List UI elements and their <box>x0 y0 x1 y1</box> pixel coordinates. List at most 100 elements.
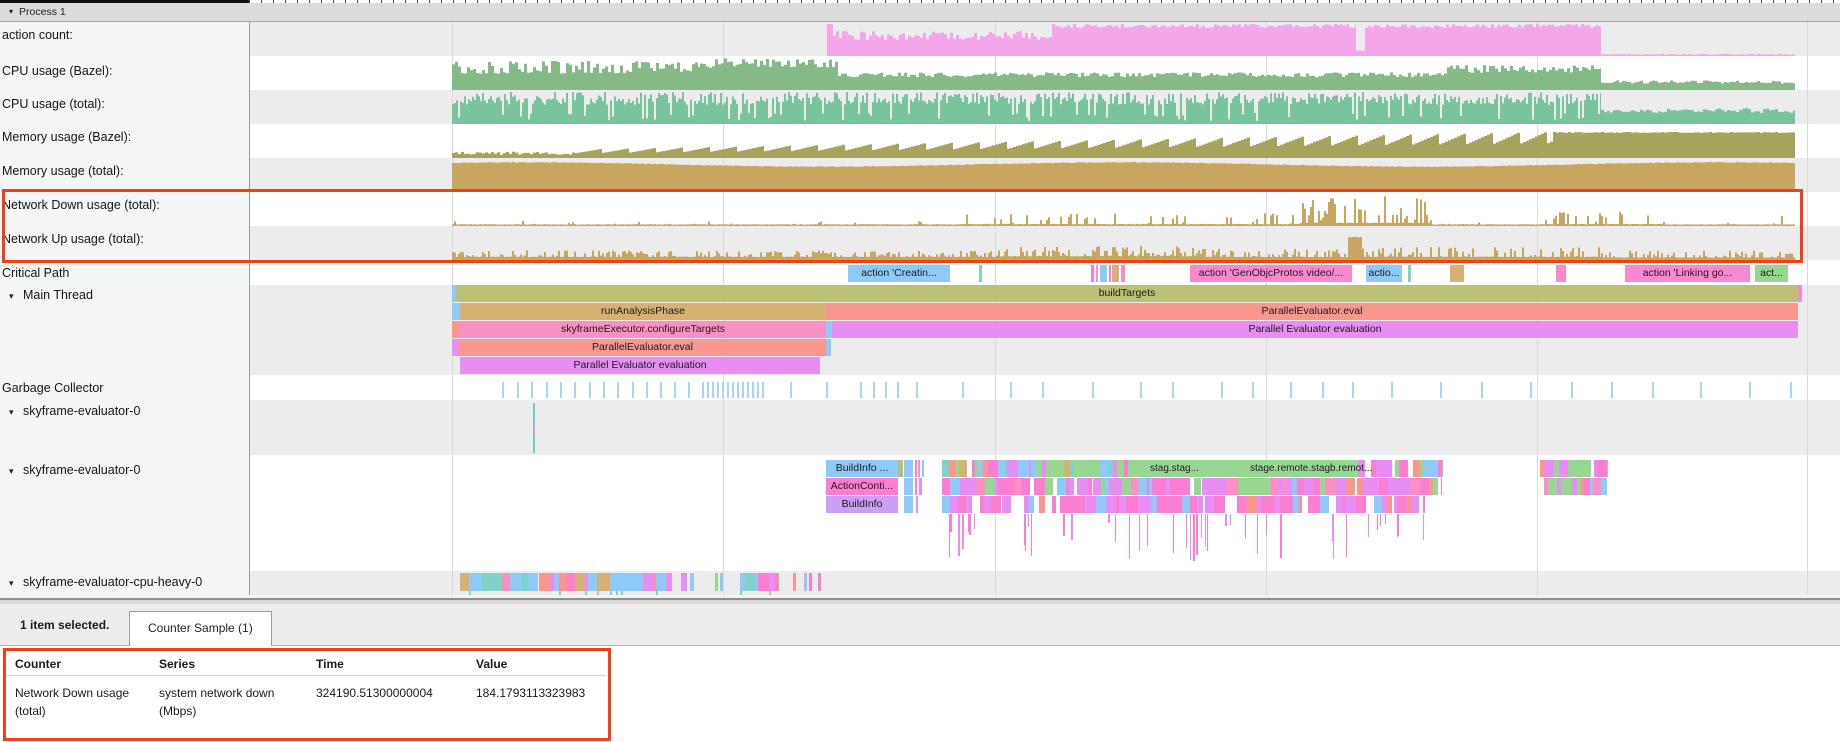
gc-tick[interactable] <box>1611 382 1613 398</box>
gc-tick[interactable] <box>1042 382 1044 398</box>
evaluator-chip[interactable] <box>1158 478 1167 495</box>
table-column-header[interactable]: Value <box>476 655 601 673</box>
evaluator-chip[interactable] <box>1052 496 1056 513</box>
main-thread-slice[interactable]: ParallelEvaluator.eval <box>459 339 826 356</box>
evaluator-chip[interactable] <box>1232 478 1238 495</box>
critical-path-chip[interactable] <box>1121 265 1125 282</box>
evaluator-chip[interactable] <box>1151 496 1158 513</box>
evaluator-chip[interactable] <box>1088 496 1096 513</box>
evaluator-labeled-chip[interactable]: BuildInfo <box>826 496 898 513</box>
gc-tick[interactable] <box>574 382 576 398</box>
evaluator-chip[interactable] <box>1092 460 1099 477</box>
sidebar-track-label[interactable]: ▾skyframe-evaluator-cpu-heavy-0 <box>0 575 202 591</box>
evaluator-chip[interactable] <box>998 460 1005 477</box>
evaluator-chip[interactable] <box>1572 460 1581 477</box>
gc-tick[interactable] <box>717 382 719 398</box>
evaluator-chip[interactable] <box>1593 478 1601 495</box>
evaluator-chip[interactable] <box>1548 478 1557 495</box>
cpu-heavy-chip[interactable] <box>603 573 610 591</box>
evaluator-chip[interactable] <box>991 496 1001 513</box>
evaluator-chip[interactable] <box>1077 478 1088 495</box>
evaluator-chip[interactable] <box>968 478 977 495</box>
gc-tick[interactable] <box>589 382 591 398</box>
evaluator-chip[interactable] <box>1247 496 1257 513</box>
evaluator-chip[interactable] <box>1018 460 1029 477</box>
gc-tick[interactable] <box>502 382 504 398</box>
main-thread-slice[interactable] <box>826 339 831 356</box>
gc-tick[interactable] <box>1571 382 1573 398</box>
evaluator-chip[interactable] <box>1357 478 1364 495</box>
gc-tick[interactable] <box>790 382 792 398</box>
gc-tick[interactable] <box>1440 382 1442 398</box>
evaluator-chip[interactable] <box>1021 478 1030 495</box>
critical-path-chip[interactable]: actio... <box>1366 265 1402 282</box>
evaluator-chip[interactable] <box>1299 496 1302 513</box>
cpu-heavy-chip[interactable] <box>460 573 469 591</box>
main-thread-slice[interactable]: runAnalysisPhase <box>460 303 826 320</box>
evaluator-chip[interactable] <box>1170 478 1181 495</box>
main-thread-slice[interactable]: Parallel Evaluator evaluation <box>460 357 820 374</box>
evaluator-chip[interactable] <box>1413 460 1421 477</box>
collapse-arrow-icon[interactable]: ▾ <box>9 466 23 477</box>
evaluator-chip[interactable] <box>1131 478 1139 495</box>
evaluator-chip[interactable] <box>1214 496 1225 513</box>
critical-path-chip[interactable] <box>979 265 982 282</box>
gc-tick[interactable] <box>517 382 519 398</box>
counter-chart-action-count[interactable] <box>452 24 1800 56</box>
evaluator-chip[interactable] <box>1283 496 1293 513</box>
evaluator-chip[interactable] <box>922 460 924 477</box>
evaluator-chip[interactable] <box>898 460 903 477</box>
evaluator-chip[interactable] <box>1607 460 1608 477</box>
gc-tick[interactable] <box>873 382 875 398</box>
cpu-heavy-chip[interactable] <box>681 573 687 591</box>
collapse-arrow-icon[interactable]: ▾ <box>9 291 23 302</box>
evaluator-chip[interactable] <box>1220 478 1228 495</box>
evaluator-chip[interactable] <box>976 478 985 495</box>
evaluator-chip[interactable] <box>915 478 917 495</box>
cpu-heavy-chip[interactable] <box>745 573 755 591</box>
collapse-arrow-icon[interactable]: ▾ <box>9 578 23 589</box>
critical-path-chip[interactable]: action 'GenObjcProtos video/... <box>1190 265 1352 282</box>
evaluator-chip[interactable] <box>1174 496 1181 513</box>
cpu-heavy-chip[interactable] <box>769 573 776 591</box>
evaluator-chip[interactable] <box>1237 496 1247 513</box>
process-group-header[interactable]: ▾Process 1 <box>0 3 1840 22</box>
gc-tick[interactable] <box>1252 382 1254 398</box>
cpu-heavy-chip[interactable] <box>778 573 779 591</box>
gc-tick[interactable] <box>1322 382 1324 398</box>
gc-tick[interactable] <box>1700 382 1702 398</box>
gc-tick[interactable] <box>1790 382 1792 398</box>
main-thread-slice[interactable]: ParallelEvaluator.eval <box>826 303 1798 320</box>
evaluator-chip[interactable] <box>1545 460 1554 477</box>
collapse-arrow-icon[interactable]: ▾ <box>9 407 23 418</box>
tab-counter-sample[interactable]: Counter Sample (1) <box>129 611 272 646</box>
gc-tick[interactable] <box>1652 382 1654 398</box>
evaluator-chip[interactable] <box>1313 478 1320 495</box>
counter-chart-cpu-usage-total-[interactable] <box>452 92 1800 124</box>
evaluator-chip[interactable] <box>1397 496 1407 513</box>
cpu-heavy-chip[interactable] <box>645 573 654 591</box>
gc-tick[interactable] <box>1352 382 1354 398</box>
evaluator-chip[interactable] <box>960 478 968 495</box>
evaluator-chip[interactable] <box>1345 496 1355 513</box>
cpu-heavy-chip[interactable] <box>666 573 672 591</box>
sidebar-divider[interactable] <box>249 22 250 595</box>
cpu-heavy-chip[interactable] <box>539 573 550 591</box>
gc-tick[interactable] <box>732 382 734 398</box>
gc-tick[interactable] <box>546 382 548 398</box>
counter-chart-network-down-usage-total-[interactable] <box>452 194 1800 226</box>
evaluator-chip[interactable] <box>915 460 917 477</box>
evaluator-chip[interactable] <box>1197 496 1203 513</box>
evaluator-chip[interactable] <box>1210 478 1219 495</box>
evaluator-labeled-chip[interactable]: ActionConti... <box>826 478 898 495</box>
cpu-heavy-chip[interactable] <box>793 573 796 591</box>
sidebar-track-label[interactable]: ▾skyframe-evaluator-0 <box>0 404 140 420</box>
counter-chart-memory-usage-total-[interactable] <box>452 160 1800 192</box>
gc-tick[interactable] <box>560 382 562 398</box>
evaluator-chip[interactable] <box>1157 496 1167 513</box>
gc-tick[interactable] <box>688 382 690 398</box>
gc-tick[interactable] <box>1221 382 1223 398</box>
cpu-heavy-chip[interactable] <box>690 573 694 591</box>
gc-tick[interactable] <box>897 382 899 398</box>
cpu-heavy-chip[interactable] <box>809 573 812 591</box>
